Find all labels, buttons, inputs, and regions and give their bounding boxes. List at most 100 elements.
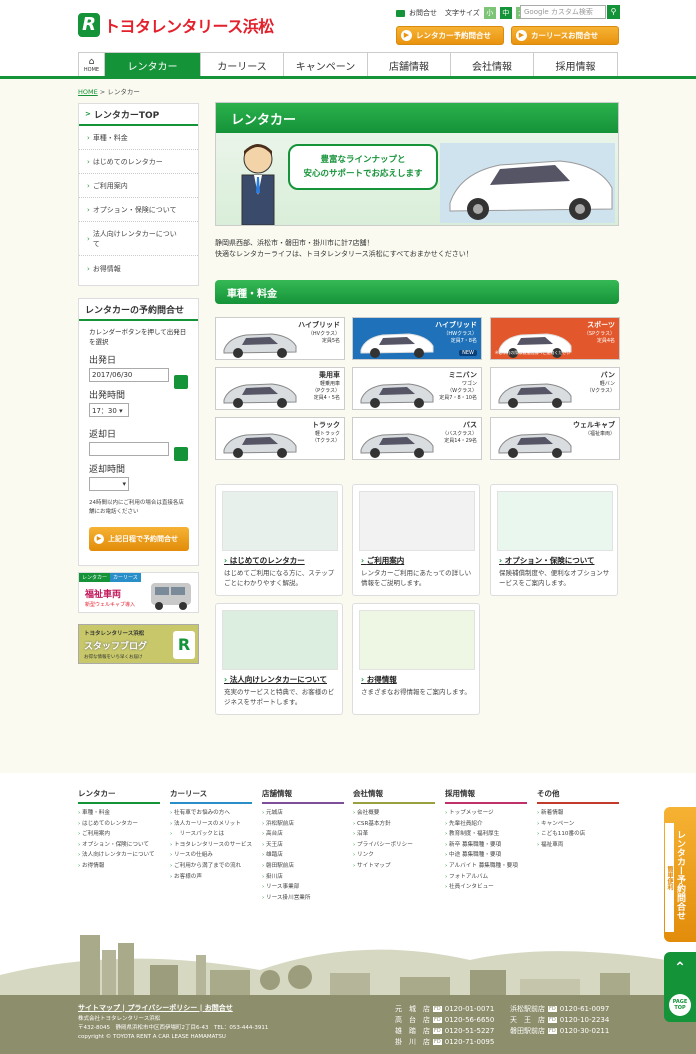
depart-date-input[interactable]: 2017/06/30 — [89, 368, 169, 382]
footer-column-title[interactable]: 会社情報 — [353, 788, 435, 804]
footer-sitemap-link[interactable]: サイトマップ — [78, 1004, 120, 1012]
footer-link[interactable]: › リースの仕組み — [170, 850, 252, 861]
footer-link[interactable]: › 沿革 — [353, 829, 435, 840]
return-time-select[interactable]: ▾ — [89, 477, 129, 491]
footer-link[interactable]: › 雄踏店 — [262, 850, 344, 861]
page-top-button[interactable]: ⌃ PAGE TOP — [664, 952, 696, 1022]
nav-campaign[interactable]: キャンペーン — [284, 53, 368, 77]
nav-rental[interactable]: レンタカー — [105, 53, 201, 77]
branch-tel[interactable]: 0120-10-2234 — [560, 1016, 610, 1024]
footer-column-title[interactable]: その他 — [537, 788, 619, 804]
branch-tel[interactable]: 0120-71-0095 — [445, 1038, 495, 1046]
footer-link[interactable]: › こども110番の店 — [537, 829, 619, 840]
site-logo[interactable]: R トヨタレンタリース浜松 — [78, 11, 298, 39]
sidebar-item-deals[interactable]: › お得情報 — [79, 256, 198, 281]
footer-column-title[interactable]: 店舗情報 — [262, 788, 344, 804]
footer-link[interactable]: › リースパックとは — [170, 829, 252, 840]
footer-link[interactable]: › お得情報 — [78, 861, 160, 872]
floating-reserve-tab[interactable]: レンタカー予約問合せ 簡単便利 — [664, 807, 696, 942]
footer-link[interactable]: › フォトアルバム — [445, 872, 527, 883]
footer-link[interactable]: › 車種・料金 — [78, 808, 160, 819]
feature-card[interactable]: › オプション・保険について 保険補償制度や、便利なオプションサービスをご案内しま… — [490, 484, 618, 596]
footer-link[interactable]: › リンク — [353, 850, 435, 861]
footer-link[interactable]: › 会社概要 — [353, 808, 435, 819]
feature-card[interactable]: › 法人向けレンタカーについて 充実のサービスと特典で、お客様のビジネスをサポート… — [215, 603, 343, 715]
footer-link[interactable]: › 教育制度・福利厚生 — [445, 829, 527, 840]
footer-link[interactable]: › キャンペーン — [537, 819, 619, 830]
car-category-tile[interactable]: ウェルキャブ （福祉車両） — [490, 417, 620, 460]
feature-card[interactable]: › はじめてのレンタカー はじめてご利用になる方に、ステップごとにわかりやすく解説… — [215, 484, 343, 596]
footer-link[interactable]: › アルバイト 募集職種・要項 — [445, 861, 527, 872]
branch-tel[interactable]: 0120-01-0071 — [445, 1005, 495, 1013]
car-category-tile[interactable]: ハイブリッド （HVクラス） 定員5名 — [215, 317, 345, 360]
sidebar-item-options[interactable]: › オプション・保険について — [79, 198, 198, 222]
return-date-input[interactable] — [89, 442, 169, 456]
feature-title[interactable]: › 法人向けレンタカーについて — [224, 674, 327, 685]
car-category-tile[interactable]: トラック 軽トラック （Tクラス） — [215, 417, 345, 460]
footer-link[interactable]: › 社員インタビュー — [445, 882, 527, 893]
footer-link[interactable]: › CSR基本方針 — [353, 819, 435, 830]
sidebar-item-price[interactable]: › 車種・料金 — [79, 126, 198, 150]
footer-column-title[interactable]: レンタカー — [78, 788, 160, 804]
footer-link[interactable]: › 中途 募集職種・要項 — [445, 850, 527, 861]
nav-lease[interactable]: カーリース — [201, 53, 284, 77]
footer-link[interactable]: › 福祉車両 — [537, 840, 619, 851]
footer-link[interactable]: › オプション・保険について — [78, 840, 160, 851]
footer-link[interactable]: › 新卒 募集職種・要項 — [445, 840, 527, 851]
car-category-tile[interactable]: バス （バスクラス） 定員14・29名 — [352, 417, 482, 460]
footer-link[interactable]: › 法人向けレンタカーについて — [78, 850, 160, 861]
calendar-icon[interactable] — [174, 447, 188, 461]
car-category-tile[interactable]: スポーツ （SPクラス） 定員4名 ※ご予約の際は直接店舗へご連絡ください — [490, 317, 620, 360]
welcab-banner[interactable]: レンタカー カーリース 福祉車両 新型ウェルキャブ導入 — [78, 572, 199, 613]
feature-title[interactable]: › オプション・保険について — [499, 555, 594, 566]
breadcrumb-home[interactable]: HOME — [78, 88, 98, 96]
feature-card[interactable]: › ご利用案内 レンタカーご利用にあたっての詳しい情報をご説明します。 — [352, 484, 480, 596]
sidebar-menu-title[interactable]: > レンタカーTOP — [79, 104, 198, 126]
search-input[interactable]: Google カスタム検索 — [520, 5, 606, 19]
nav-home[interactable]: ⌂ HOME — [78, 53, 105, 77]
footer-link[interactable]: › ご利用から満了までの流れ — [170, 861, 252, 872]
staff-blog-banner[interactable]: トヨタレンタリース浜松 スタッフブログ お得な情報をいち早くお届け R — [78, 624, 199, 664]
branch-tel[interactable]: 0120-30-0211 — [560, 1027, 610, 1035]
font-size-medium[interactable]: 中 — [499, 7, 512, 19]
footer-contact-link[interactable]: お問合せ — [205, 1004, 233, 1012]
car-category-tile[interactable]: ハイブリッド （HWクラス） 定員7・8名 NEW — [352, 317, 482, 360]
lease-contact-button[interactable]: ▶ カーリースお問合せ — [511, 26, 619, 45]
sidebar-item-first[interactable]: › はじめてのレンタカー — [79, 150, 198, 174]
car-category-tile[interactable]: バン 軽バン （Vクラス） — [490, 367, 620, 410]
footer-link[interactable]: › 磐田駅前店 — [262, 861, 344, 872]
feature-title[interactable]: › お得情報 — [361, 674, 397, 685]
footer-link[interactable]: › 浜松駅前店 — [262, 819, 344, 830]
footer-link[interactable]: › リース掛川営業所 — [262, 893, 344, 904]
reserve-submit-button[interactable]: ▶ 上記日程で予約問合せ — [89, 527, 189, 551]
car-category-tile[interactable]: 乗用車 軽乗用車 （Pクラス） 定員4・5名 — [215, 367, 345, 410]
footer-link[interactable]: › リース事業部 — [262, 882, 344, 893]
rental-reserve-button[interactable]: ▶ レンタカー予約問合せ — [396, 26, 504, 45]
footer-link[interactable]: › はじめてのレンタカー — [78, 819, 160, 830]
nav-store[interactable]: 店舗情報 — [368, 53, 451, 77]
contact-link[interactable]: お問合せ — [409, 8, 437, 18]
footer-link[interactable]: › 高台店 — [262, 829, 344, 840]
sidebar-item-guide[interactable]: › ご利用案内 — [79, 174, 198, 198]
font-size-small[interactable]: 小 — [483, 7, 496, 19]
branch-tel[interactable]: 0120-51-5227 — [445, 1027, 495, 1035]
feature-title[interactable]: › ご利用案内 — [361, 555, 404, 566]
footer-link[interactable]: › 先輩社員紹介 — [445, 819, 527, 830]
nav-company[interactable]: 会社情報 — [451, 53, 534, 77]
sidebar-item-corporate[interactable]: › 法人向けレンタカーについて — [79, 222, 198, 256]
feature-title[interactable]: › はじめてのレンタカー — [224, 555, 305, 566]
footer-link[interactable]: › ご利用案内 — [78, 829, 160, 840]
footer-link[interactable]: › 元城店 — [262, 808, 344, 819]
nav-recruit[interactable]: 採用情報 — [534, 53, 618, 77]
footer-link[interactable]: › 掛川店 — [262, 872, 344, 883]
calendar-icon[interactable] — [174, 375, 188, 389]
branch-tel[interactable]: 0120-61-0097 — [560, 1005, 610, 1013]
footer-link[interactable]: › 社有車でお悩みの方へ — [170, 808, 252, 819]
footer-link[interactable]: › トヨタレンタリースのサービス — [170, 840, 252, 851]
footer-link[interactable]: › プライバシーポリシー — [353, 840, 435, 851]
footer-link[interactable]: › お客様の声 — [170, 872, 252, 883]
footer-link[interactable]: › 法人カーリースのメリット — [170, 819, 252, 830]
footer-privacy-link[interactable]: プライバシーポリシー — [127, 1004, 197, 1012]
depart-time-select[interactable]: 17：30 ▾ — [89, 403, 129, 417]
footer-column-title[interactable]: カーリース — [170, 788, 252, 804]
